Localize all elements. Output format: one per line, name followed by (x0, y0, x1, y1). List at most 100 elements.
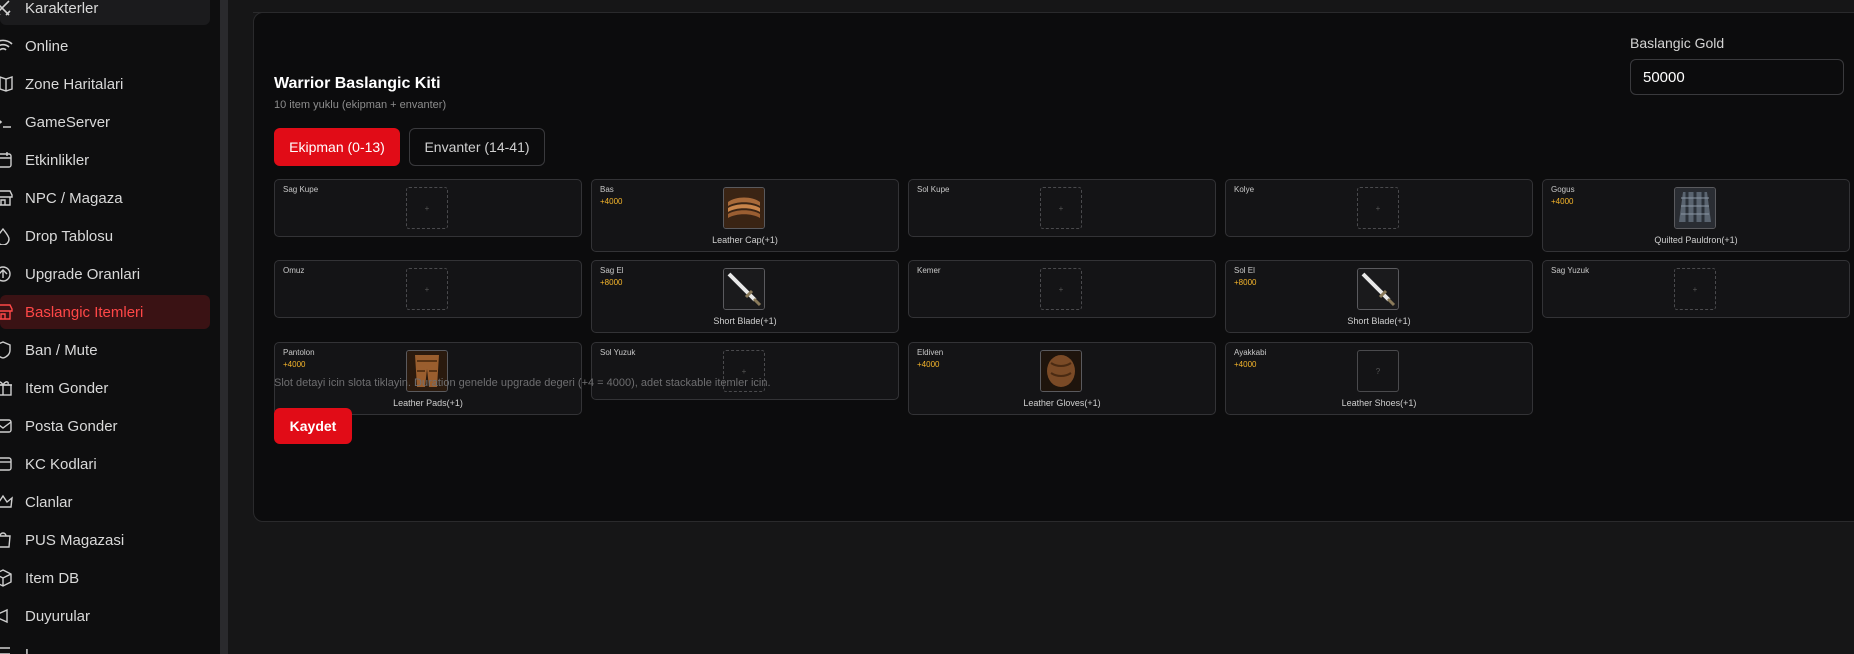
map-icon (0, 73, 22, 95)
sidebar-item-label: KC Kodlari (25, 455, 97, 473)
slot-upgrade: +8000 (1234, 278, 1257, 287)
item-name: Quilted Pauldron(+1) (1654, 235, 1738, 245)
sidebar-item-etkinlikler[interactable]: Etkinlikler (0, 143, 210, 177)
slot-bas[interactable]: Bas +4000 Leather Cap(+1) (591, 179, 899, 252)
sidebar-item-posta-gonder[interactable]: Posta Gonder (0, 409, 210, 443)
tab-ekipman[interactable]: Ekipman (0-13) (274, 128, 400, 166)
sidebar: Karakterler Online Zone Haritalari GameS… (0, 0, 221, 654)
unknown-item-icon: ? (1357, 350, 1399, 392)
slot-name: Pantolon (283, 348, 315, 357)
add-icon: + (424, 284, 430, 294)
sidebar-item-label: Karakterler (25, 0, 99, 17)
slot-name: Sol El (1234, 266, 1255, 275)
terminal-icon (0, 111, 22, 133)
slot-omuz[interactable]: Omuz + (274, 260, 582, 318)
slot-sag-kupe[interactable]: Sag Kupe + (274, 179, 582, 237)
slot-upgrade: +4000 (283, 360, 306, 369)
add-icon: + (741, 366, 747, 376)
sidebar-item-upgrade-oranlari[interactable]: Upgrade Oranlari (0, 257, 210, 291)
hint-text: Slot detayi icin slota tiklayin. Duratio… (274, 377, 771, 389)
slot-sol-kupe[interactable]: Sol Kupe + (908, 179, 1216, 237)
sidebar-item-pus-magazasi[interactable]: PUS Magazasi (0, 523, 210, 557)
sidebar-item-label: Item Gonder (25, 379, 109, 397)
kit-subtitle: 10 item yuklu (ekipman + envanter) (274, 99, 447, 111)
slot-upgrade: +4000 (1234, 360, 1257, 369)
slot-sag-yuzuk[interactable]: Sag Yuzuk + (1542, 260, 1850, 318)
kit-title: Warrior Baslangic Kiti (274, 75, 441, 92)
card-icon (0, 453, 22, 475)
sidebar-item-label: Clanlar (25, 493, 73, 511)
sidebar-item-label: Drop Tablosu (25, 227, 114, 245)
empty-slot-box: + (406, 268, 448, 310)
sidebar-item-drop-tablosu[interactable]: Drop Tablosu (0, 219, 210, 253)
slot-eldiven[interactable]: Eldiven +4000 Leather Gloves(+1) (908, 342, 1216, 415)
store-icon (0, 301, 22, 323)
tab-envanter[interactable]: Envanter (14-41) (409, 128, 545, 166)
upgrade-icon (0, 263, 22, 285)
gold-input[interactable] (1630, 59, 1844, 95)
sidebar-item-karakterler[interactable]: Karakterler (0, 0, 210, 25)
sidebar-nav: Karakterler Online Zone Haritalari GameS… (0, 0, 210, 654)
wifi-icon (0, 35, 22, 57)
sidebar-item-label: Online (25, 37, 69, 55)
droplet-icon (0, 225, 22, 247)
slot-upgrade: +4000 (1551, 197, 1574, 206)
slot-kemer[interactable]: Kemer + (908, 260, 1216, 318)
item-name: Short Blade(+1) (713, 316, 777, 326)
slot-name: Omuz (283, 266, 305, 275)
sidebar-item-label: Zone Haritalari (25, 75, 124, 93)
unknown-glyph: ? (1375, 366, 1381, 376)
sidebar-item-item-db[interactable]: Item DB (0, 561, 210, 595)
item-name: Leather Gloves(+1) (1023, 398, 1101, 408)
slot-name: Sag Yuzuk (1551, 266, 1590, 275)
box-icon (0, 567, 22, 589)
slot-name: Sol Kupe (917, 185, 950, 194)
slot-name: Sol Yuzuk (600, 348, 636, 357)
slot-kolye[interactable]: Kolye + (1225, 179, 1533, 237)
sidebar-item-label: Upgrade Oranlari (25, 265, 141, 283)
empty-slot-box: + (406, 187, 448, 229)
sidebar-item-label: Etkinlikler (25, 151, 90, 169)
sidebar-item-baslangic-itemleri[interactable]: Baslangic Itemleri (0, 295, 210, 329)
sidebar-scrollbar[interactable] (220, 0, 228, 654)
sidebar-item-label: PUS Magazasi (25, 531, 125, 549)
item-name: Leather Pads(+1) (393, 398, 463, 408)
add-icon: + (424, 203, 430, 213)
slot-sol-el[interactable]: Sol El +8000 Short Blade(+1) (1225, 260, 1533, 333)
sidebar-item-duyurular[interactable]: Duyurular (0, 599, 210, 633)
slot-gogus[interactable]: Gogus +4000 Quilted Pauldron(+1) (1542, 179, 1850, 252)
slot-sol-yuzuk[interactable]: Sol Yuzuk + (591, 342, 899, 400)
slot-name: Ayakkabi (1234, 348, 1267, 357)
sidebar-item-zone-haritalari[interactable]: Zone Haritalari (0, 67, 210, 101)
starter-kit-panel: Warrior Baslangic Kiti 10 item yuklu (ek… (253, 12, 1854, 522)
slot-upgrade: +8000 (600, 278, 623, 287)
sidebar-item-item-gonder[interactable]: Item Gonder (0, 371, 210, 405)
store-icon (0, 187, 22, 209)
sidebar-item-ban-mute[interactable]: Ban / Mute (0, 333, 210, 367)
sidebar-item-label: L... (25, 645, 46, 654)
sidebar-item-npc-magaza[interactable]: NPC / Magaza (0, 181, 210, 215)
add-icon: + (1058, 203, 1064, 213)
slot-upgrade: +4000 (600, 197, 623, 206)
sidebar-item-kc-kodlari[interactable]: KC Kodlari (0, 447, 210, 481)
sidebar-item-gameserver[interactable]: GameServer (0, 105, 210, 139)
empty-slot-box: + (1674, 268, 1716, 310)
bag-icon (0, 529, 22, 551)
slot-ayakkabi[interactable]: Ayakkabi +4000 ? Leather Shoes(+1) (1225, 342, 1533, 415)
leather-gloves-icon (1040, 350, 1082, 392)
sidebar-item-label: NPC / Magaza (25, 189, 123, 207)
item-name: Leather Cap(+1) (712, 235, 778, 245)
sidebar-item-loglar[interactable]: L... (0, 637, 210, 654)
save-button[interactable]: Kaydet (274, 408, 352, 444)
sidebar-item-online[interactable]: Online (0, 29, 210, 63)
sidebar-item-clanlar[interactable]: Clanlar (0, 485, 210, 519)
empty-slot-box: + (1040, 268, 1082, 310)
sidebar-item-label: Posta Gonder (25, 417, 118, 435)
log-icon (0, 643, 22, 654)
quilted-pauldron-icon (1674, 187, 1716, 229)
slot-name: Eldiven (917, 348, 944, 357)
slot-sag-el[interactable]: Sag El +8000 Short Blade(+1) (591, 260, 899, 333)
slot-name: Sag Kupe (283, 185, 319, 194)
empty-slot-box: + (1357, 187, 1399, 229)
add-icon: + (1375, 203, 1381, 213)
